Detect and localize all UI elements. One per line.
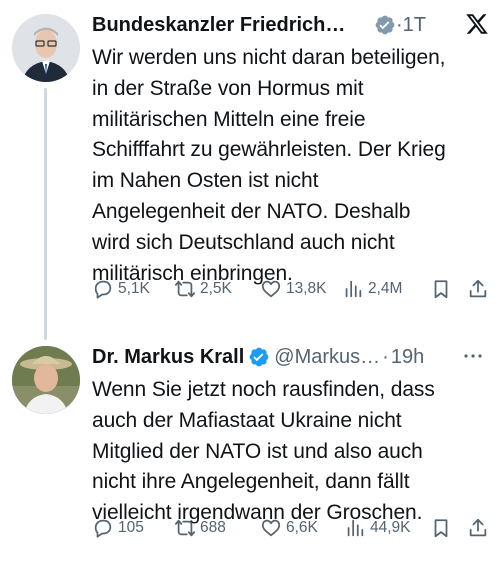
share-icon bbox=[469, 518, 487, 537]
views-count: 2,4M bbox=[368, 280, 403, 297]
tweet-2[interactable]: Dr. Markus Krall @Markus… · 19h Wenn Sie… bbox=[0, 334, 501, 565]
verified-badge-icon bbox=[248, 346, 270, 368]
bookmark-icon bbox=[434, 280, 448, 299]
bookmark-icon bbox=[434, 519, 448, 538]
tweet-1[interactable]: Bundeskanzler Friedrich… ·1T Wir werden … bbox=[0, 0, 501, 340]
views-count: 44,9K bbox=[370, 519, 411, 536]
handle[interactable]: @Markus… bbox=[274, 346, 380, 369]
tweet-header: Dr. Markus Krall @Markus… · 19h bbox=[92, 342, 493, 372]
avatar[interactable] bbox=[12, 346, 80, 414]
display-name[interactable]: Bundeskanzler Friedrich… bbox=[92, 14, 370, 37]
like-count: 13,8K bbox=[286, 280, 327, 297]
views-button[interactable]: 44,9K bbox=[344, 515, 411, 541]
heart-icon bbox=[261, 280, 281, 298]
separator-dot: · bbox=[382, 345, 389, 368]
avatar-image bbox=[12, 346, 80, 414]
views-chart-icon bbox=[347, 519, 364, 537]
views-button[interactable]: 2,4M bbox=[342, 276, 402, 302]
bookmark-button[interactable] bbox=[430, 276, 452, 302]
reply-icon bbox=[94, 519, 112, 538]
retweet-icon bbox=[174, 519, 196, 537]
display-name[interactable]: Dr. Markus Krall bbox=[92, 346, 244, 369]
tweet-text: Wir werden uns nicht daran beteiligen, i… bbox=[92, 46, 446, 285]
reply-count: 105 bbox=[118, 519, 144, 536]
reply-icon bbox=[94, 280, 112, 299]
like-count: 6,6K bbox=[286, 519, 318, 536]
reply-button[interactable]: 5,1K bbox=[92, 276, 150, 302]
share-icon bbox=[469, 279, 487, 298]
share-button[interactable] bbox=[467, 276, 489, 302]
bookmark-button[interactable] bbox=[430, 515, 452, 541]
tweet-text: Wenn Sie jetzt noch rausfinden, dass auc… bbox=[92, 378, 435, 525]
tweet-time[interactable]: 19h bbox=[391, 346, 424, 369]
verified-badge-icon bbox=[374, 14, 396, 36]
retweet-count: 2,5K bbox=[200, 280, 232, 297]
share-button[interactable] bbox=[467, 515, 489, 541]
retweet-icon bbox=[174, 280, 196, 298]
views-chart-icon bbox=[345, 280, 362, 298]
reply-count: 5,1K bbox=[118, 280, 150, 297]
avatar-image bbox=[12, 14, 80, 82]
tweet-content: Bundeskanzler Friedrich… ·1T Wir werden … bbox=[92, 10, 493, 289]
thread-line bbox=[44, 88, 47, 340]
like-button[interactable]: 6,6K bbox=[260, 515, 318, 541]
tweet-content: Dr. Markus Krall @Markus… · 19h Wenn Sie… bbox=[92, 342, 493, 529]
retweet-button[interactable]: 2,5K bbox=[174, 276, 232, 302]
retweet-count: 688 bbox=[200, 519, 226, 536]
like-button[interactable]: 13,8K bbox=[260, 276, 327, 302]
heart-icon bbox=[261, 519, 281, 537]
avatar[interactable] bbox=[12, 14, 80, 82]
retweet-button[interactable]: 688 bbox=[174, 515, 226, 541]
more-dots-icon[interactable] bbox=[461, 344, 485, 368]
x-logo-icon bbox=[466, 14, 488, 34]
reply-button[interactable]: 105 bbox=[92, 515, 144, 541]
tweet-header: Bundeskanzler Friedrich… ·1T bbox=[92, 10, 493, 40]
tweet-time[interactable]: ·1T bbox=[396, 14, 426, 37]
